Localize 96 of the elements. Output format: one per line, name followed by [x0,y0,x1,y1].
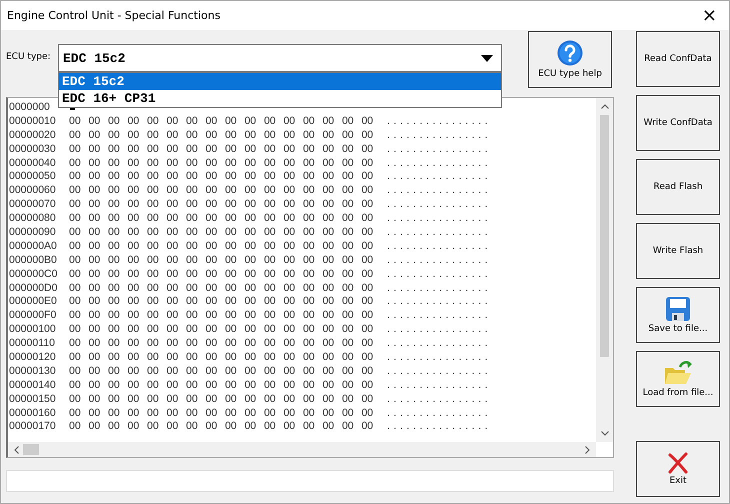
ascii-text: ................ [387,212,492,224]
ecu-type-label: ECU type: [6,52,52,62]
action-button[interactable]: Load from file... [636,351,720,407]
ascii-text: ................ [387,226,492,238]
scroll-thumb[interactable] [23,444,39,455]
offset-text: 000000C0 [9,268,58,280]
ascii-text: ................ [387,309,492,322]
hex-bytes: 00 00 00 00 00 00 00 00 00 00 00 00 00 00 00 00 [69,350,374,363]
hex-bytes: 00 00 00 00 00 00 00 00 00 00 00 00 00 00 00 00 [69,337,374,350]
ascii-text: ................ [387,268,492,280]
action-button[interactable]: Save to file... [636,287,720,343]
action-button[interactable]: Write Flash [636,223,720,279]
ascii-text: ................ [387,364,492,377]
hex-bytes: 00 00 00 00 00 00 00 00 00 00 00 00 00 00 00 00 [69,240,374,252]
hex-bytes: 00 00 00 00 00 00 00 00 00 00 00 00 00 00 00 00 [69,282,374,294]
hex-bytes: 00 00 00 00 00 00 00 00 00 00 00 00 00 00 00 00 [69,226,374,238]
ascii-text: ................ [387,184,492,196]
ascii-text: ................ [387,350,492,363]
action-button[interactable]: Read Flash [636,159,720,215]
hex-bytes: 00 00 00 00 00 00 00 00 00 00 00 00 00 00 00 00 [69,378,374,391]
offset-text: 00000140 [9,378,57,391]
offset-text: 00000110 [9,337,56,350]
offset-text: 00000150 [9,392,57,405]
caret-icon [481,54,493,62]
hex-bytes: 00 00 00 00 00 00 00 00 00 00 00 00 00 00 00 00 [69,392,374,405]
ascii-text: ................ [387,392,492,405]
offset-text: 00000130 [9,364,57,377]
hex-bytes: 00 00 00 00 00 00 00 00 00 00 00 00 00 00 00 00 [69,254,374,266]
action-button[interactable]: Exit [636,441,720,497]
hex-bytes: 00 00 00 00 00 00 00 00 00 00 00 00 00 00 00 00 [69,212,374,224]
hex-bytes: 00 00 00 00 00 00 00 00 00 00 00 00 00 00 00 00 [69,268,374,280]
ascii-text: ................ [387,142,492,155]
vertical-scrollbar[interactable] [596,98,613,442]
hex-bytes: 00 00 00 00 00 00 00 00 00 00 00 00 00 00 00 00 [69,364,374,377]
offset-text: 00000080 [9,212,57,224]
ascii-text: ................ [387,128,492,141]
help-icon [557,40,583,66]
scroll-right-icon [585,446,590,454]
scroll-down-icon [600,431,608,436]
ascii-text: ................ [387,240,492,252]
offset-text: 000000E0 [9,295,58,308]
window-title: Engine Control Unit - Special Functions [7,9,220,22]
ascii-text: ................ [387,378,492,391]
action-button[interactable]: Write ConfData [636,95,720,151]
offset-text: 0000000 [9,100,51,113]
offset-text: 00000070 [9,198,57,210]
hex-bytes: 00 00 00 00 00 00 00 00 00 00 00 00 00 00 00 00 [69,420,374,432]
close-button[interactable]: × [698,6,721,24]
hex-bytes: 00 00 00 00 00 00 00 00 00 00 00 00 00 00 00 00 [69,142,374,155]
hex-bytes: 00 00 00 00 00 00 00 00 00 00 00 00 00 00 00 00 [69,114,374,127]
offset-text: 00000040 [9,156,57,168]
ecu-type-help-button[interactable]: ECU type help [528,31,612,88]
ascii-text: ................ [387,295,492,308]
hex-bytes: 00 00 00 00 00 00 00 00 00 00 00 00 00 00 00 00 [69,156,374,168]
hex-bytes: 00 00 00 00 00 00 00 00 00 00 00 00 00 00 00 00 [69,295,374,308]
hex-bytes: 00 00 00 00 00 00 00 00 00 00 00 00 00 00 00 00 [69,198,374,210]
scroll-left-icon [14,446,19,454]
offset-text: 000000F0 [9,309,58,322]
hex-bytes: 00 00 00 00 00 00 00 00 00 00 00 00 00 00 00 00 [69,406,374,419]
ascii-text: ................ [387,282,492,294]
ascii-text: ................ [387,114,492,127]
ascii-text: ................ [387,337,492,350]
ascii-text: ................ [387,198,492,210]
dropdown-option[interactable]: EDC 16+ CP31 [59,90,501,107]
hex-bytes: 00 00 00 00 00 00 00 00 00 00 00 00 00 00 00 00 [69,309,374,322]
horizontal-scrollbar[interactable] [8,442,596,457]
offset-text: 00000120 [9,350,57,363]
hex-bytes: 00 00 00 00 00 00 00 00 00 00 00 00 00 00 00 00 [69,184,374,196]
hex-bytes: 00 00 00 00 00 00 00 00 00 00 00 00 00 00 00 00 [69,128,374,141]
offset-text: 00000160 [9,406,57,419]
ascii-text: ................ [387,254,492,266]
ascii-text: ................ [387,323,492,336]
dropdown-option[interactable]: EDC 15c2 [59,73,501,90]
offset-text: 000000D0 [9,282,58,294]
scroll-up-icon [600,104,608,109]
offset-text: 00000020 [9,128,57,141]
offset-text: 000000A0 [9,240,58,252]
ascii-text: ................ [387,406,492,419]
offset-text: 00000090 [9,226,57,238]
scroll-thumb[interactable] [600,115,609,357]
offset-text: 000000B0 [9,254,58,266]
action-button[interactable]: Read ConfData [636,31,720,87]
ascii-text: ................ [387,170,492,182]
offset-text: 00000050 [9,170,57,182]
ecu-type-dropdown[interactable]: EDC 15c2 [58,44,502,72]
hex-bytes: 00 00 00 00 00 00 00 00 00 00 00 00 00 00 00 00 [69,170,374,182]
open-folder-icon [663,360,693,386]
offset-text: 00000060 [9,184,57,196]
offset-text: 00000170 [9,420,57,432]
offset-text: 00000010 [9,114,57,127]
ascii-text: ................ [387,420,492,432]
ascii-text: ................ [387,156,492,168]
offset-text: 00000100 [9,323,57,336]
hex-bytes: 00 00 00 00 00 00 00 00 00 00 00 00 00 00 00 00 [69,323,374,336]
offset-text: 00000030 [9,142,57,155]
x-icon [667,452,689,474]
